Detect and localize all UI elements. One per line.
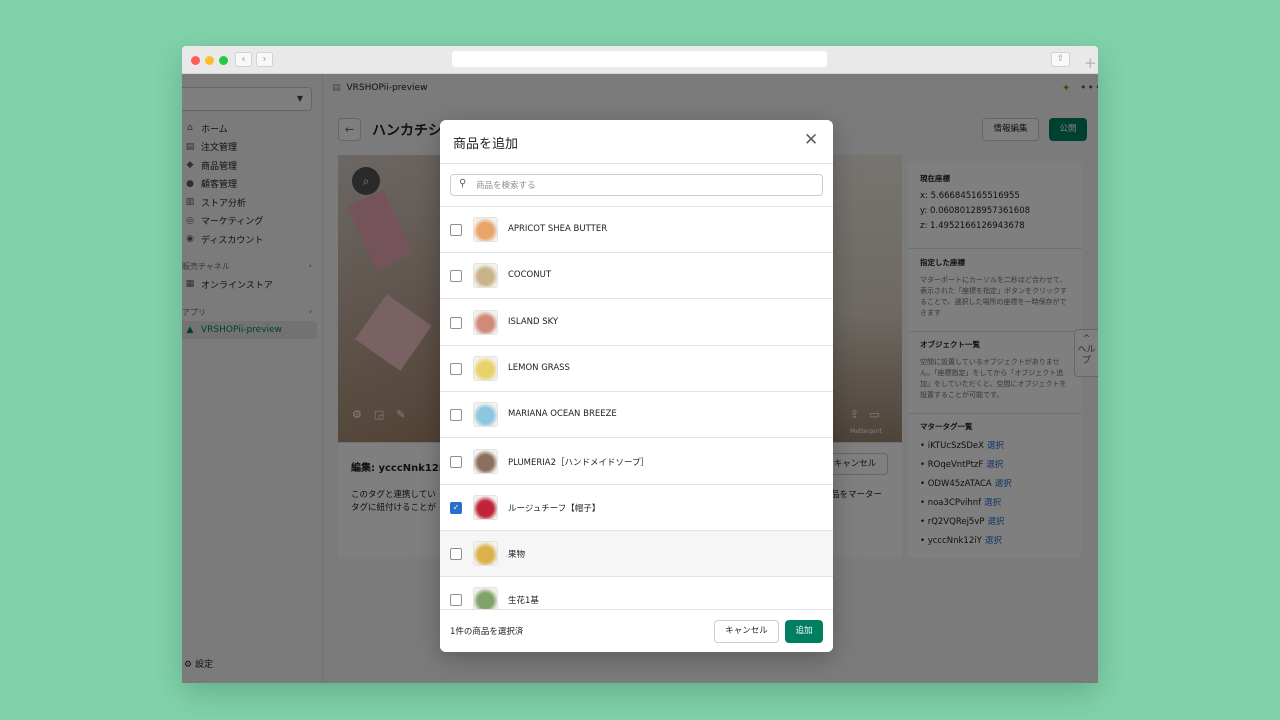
product-checkbox[interactable]	[450, 548, 462, 561]
product-checkbox[interactable]	[450, 316, 462, 329]
product-thumbnail	[473, 355, 498, 381]
product-name: MARIANA OCEAN BREEZE	[508, 409, 617, 420]
browser-titlebar: ‹ › ⇪ +	[182, 46, 1098, 74]
product-checkbox[interactable]	[450, 409, 462, 422]
product-checkbox[interactable]	[450, 270, 462, 283]
product-name: 生花1基	[508, 596, 539, 607]
add-product-modal: 商品を追加 ✕ ⚲ APRICOT SHEA BUTTER COCONUT ISLA…	[440, 120, 833, 652]
product-search[interactable]: ⚲	[450, 174, 823, 196]
close-icon[interactable]: ✕	[804, 130, 818, 150]
product-row[interactable]: ✓ ルージュチーフ【帽子】	[440, 484, 833, 531]
product-name: APRICOT SHEA BUTTER	[508, 224, 608, 234]
product-checkbox[interactable]	[450, 455, 462, 468]
browser-back-icon[interactable]: ‹	[235, 52, 252, 67]
product-search-input[interactable]	[476, 178, 806, 193]
add-button[interactable]: 追加	[785, 620, 823, 643]
browser-forward-icon[interactable]: ›	[256, 52, 273, 67]
product-name: 果物	[508, 550, 526, 561]
search-icon: ⚲	[459, 178, 467, 189]
product-name: ISLAND SKY	[508, 316, 559, 327]
product-thumbnail	[473, 402, 498, 428]
share-icon[interactable]: ⇪	[1051, 52, 1070, 67]
address-bar[interactable]	[452, 51, 827, 67]
maximize-window-button[interactable]	[219, 56, 228, 65]
product-thumbnail	[473, 541, 498, 567]
product-name: PLUMERIA2［ハンドメイドソープ］	[508, 457, 649, 468]
product-row[interactable]: ISLAND SKY	[440, 299, 833, 346]
product-row[interactable]: COCONUT	[440, 253, 833, 300]
product-row[interactable]: 果物	[440, 531, 833, 578]
product-row[interactable]: PLUMERIA2［ハンドメイドソープ］	[440, 438, 833, 485]
product-thumbnail	[473, 587, 498, 609]
product-row[interactable]: MARIANA OCEAN BREEZE	[440, 392, 833, 439]
cancel-button[interactable]: キャンセル	[714, 620, 779, 643]
modal-header: 商品を追加 ✕	[440, 120, 833, 164]
product-thumbnail	[473, 494, 498, 520]
product-checkbox[interactable]: ✓	[450, 501, 462, 514]
product-thumbnail	[473, 217, 498, 242]
product-checkbox[interactable]	[450, 594, 462, 607]
product-name: ルージュチーフ【帽子】	[508, 503, 601, 514]
product-checkbox[interactable]	[450, 362, 462, 375]
product-row[interactable]: 生花1基	[440, 577, 833, 609]
product-row[interactable]: LEMON GRASS	[440, 345, 833, 392]
new-tab-icon[interactable]: +	[1084, 54, 1097, 72]
selected-count: 1件の商品を選択済	[450, 627, 524, 637]
product-row[interactable]: APRICOT SHEA BUTTER	[440, 207, 833, 253]
minimize-window-button[interactable]	[205, 56, 214, 65]
product-list[interactable]: APRICOT SHEA BUTTER COCONUT ISLAND SKY LEMO…	[440, 206, 833, 609]
product-thumbnail	[473, 309, 498, 335]
close-window-button[interactable]	[191, 56, 200, 65]
product-thumbnail	[473, 448, 498, 474]
product-name: LEMON GRASS	[508, 362, 570, 373]
product-name: COCONUT	[508, 270, 552, 281]
modal-footer: 1件の商品を選択済 キャンセル 追加	[440, 609, 833, 652]
product-checkbox[interactable]	[450, 224, 462, 236]
product-thumbnail	[473, 263, 498, 289]
modal-title: 商品を追加	[453, 137, 519, 152]
